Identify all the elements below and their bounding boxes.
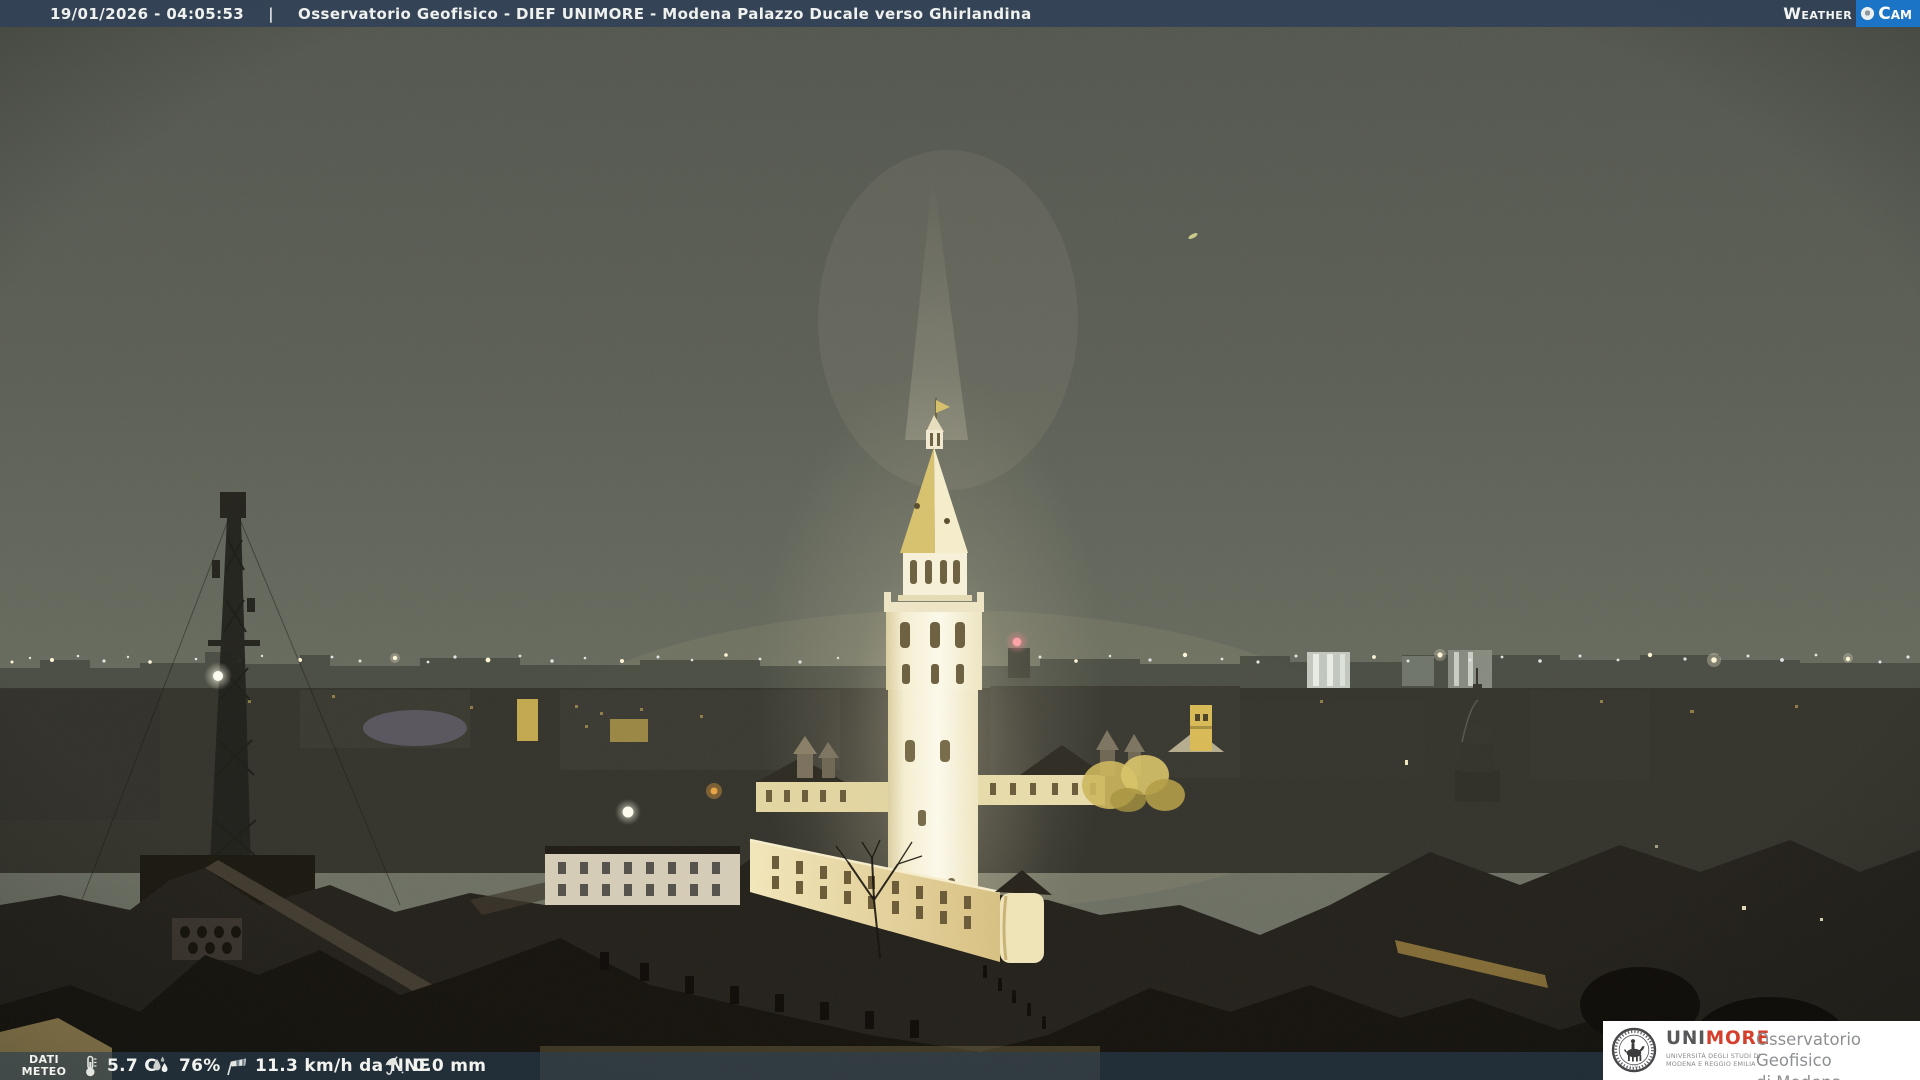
umbrella-icon: [384, 1055, 406, 1077]
weathercam-cam: Cam: [1878, 3, 1912, 24]
weathercam-badge: Cam: [1856, 0, 1920, 27]
rain-reading: 0.0 mm: [384, 1052, 486, 1080]
thermometer-icon: [80, 1055, 100, 1077]
timestamp: 19/01/2026 - 04:05:53: [50, 4, 245, 23]
university-subtitle: UNIVERSITÀ DEGLI STUDI DI MODENA E REGGI…: [1666, 1051, 1761, 1069]
weathercam-word: Weather: [1783, 4, 1853, 23]
windsock-icon: [224, 1055, 248, 1077]
camera-title: Osservatorio Geofisico - DIEF UNIMORE - …: [298, 4, 1032, 23]
unimore-branding: 1175 UNIMORE UNIVERSITÀ DEGLI STUDI DI M…: [1603, 1021, 1920, 1080]
unimore-wordmark: UNIMORE UNIVERSITÀ DEGLI STUDI DI MODENA…: [1666, 1028, 1770, 1069]
rain-value: 0.0 mm: [413, 1056, 487, 1076]
seal-year: 1175: [1629, 1065, 1638, 1069]
header-bar: 19/01/2026 - 04:05:53 | Osservatorio Geo…: [0, 0, 1920, 27]
temperature-reading: 5.7 C: [80, 1052, 157, 1080]
separator: |: [268, 4, 275, 23]
unimore-uni-text: UNI: [1666, 1028, 1706, 1049]
webcam-frame: 19/01/2026 - 04:05:53 | Osservatorio Geo…: [0, 0, 1920, 1080]
night-cityscape-photo: [0, 0, 1920, 1080]
film-grain: [0, 0, 1920, 1080]
unimore-seal-icon: 1175: [1611, 1026, 1657, 1078]
humidity-drops-icon: [150, 1055, 172, 1077]
dati-meteo-label: DATI METEO: [21, 1053, 67, 1079]
camera-lens-icon: [1861, 7, 1875, 20]
observatory-name: Osservatorio Geofisico di Modena: [1756, 1030, 1862, 1080]
humidity-value: 76%: [179, 1056, 221, 1076]
humidity-reading: 76%: [150, 1052, 221, 1080]
weathercam-logo: Weather Cam: [1783, 0, 1920, 27]
header-left: 19/01/2026 - 04:05:53 | Osservatorio Geo…: [0, 5, 1032, 23]
